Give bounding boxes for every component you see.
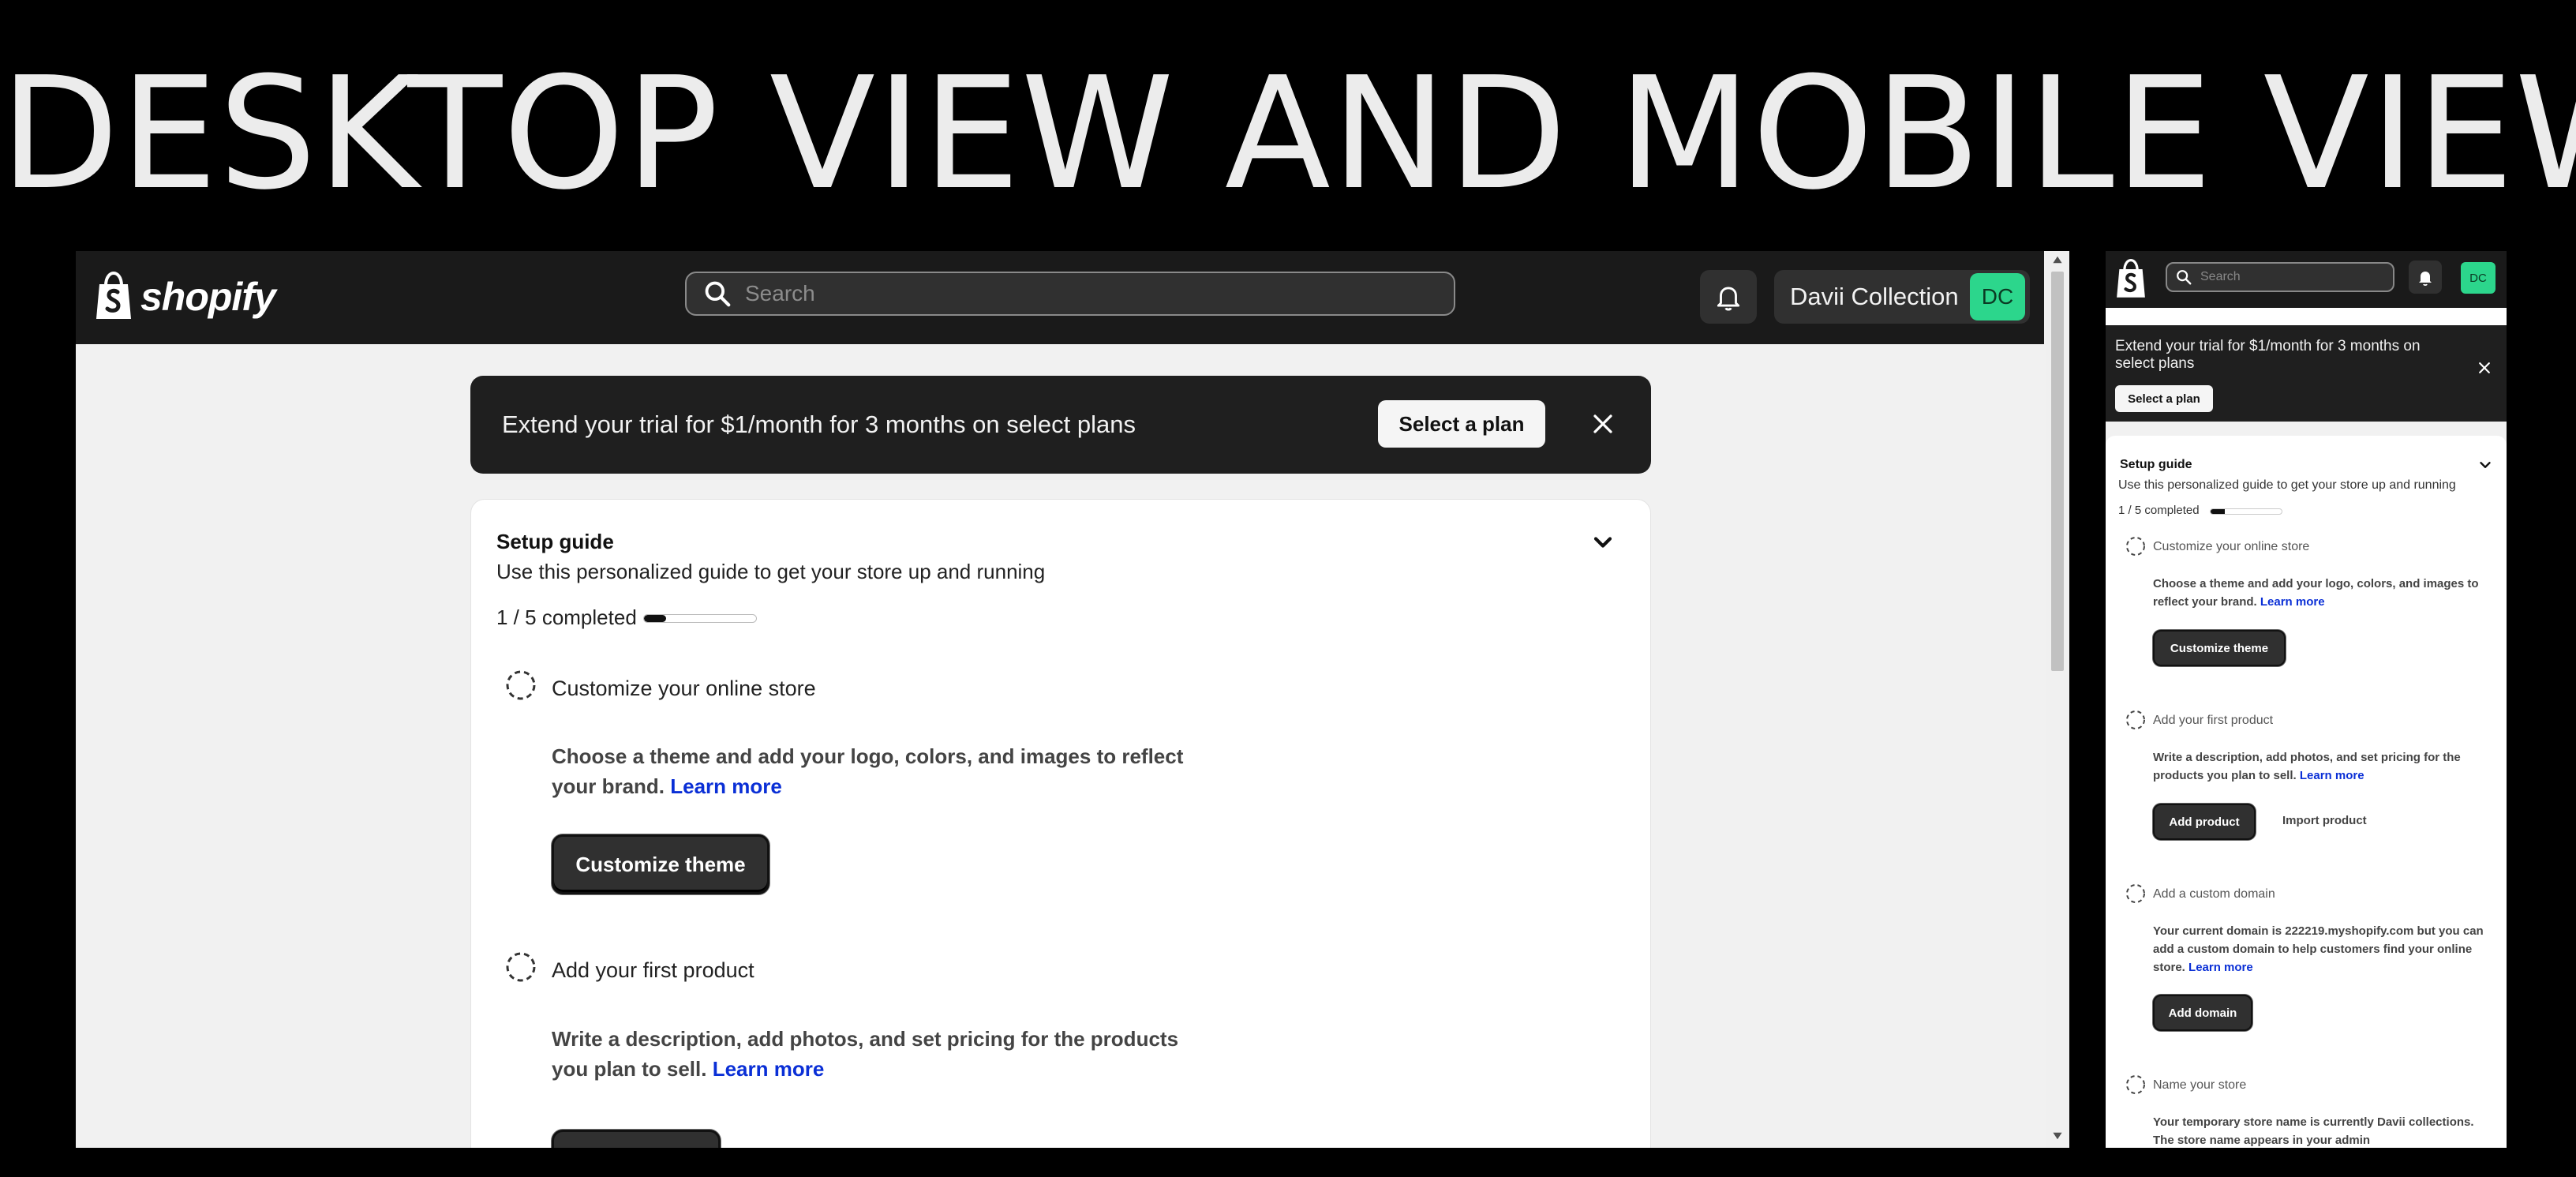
- setup-guide-subtitle: Use this personalized guide to get your …: [2118, 478, 2456, 492]
- progress-label: 1 / 5 completed: [2118, 504, 2200, 517]
- store-name: Davii Collection: [1790, 283, 1959, 310]
- dashed-circle-icon[interactable]: [2125, 883, 2147, 905]
- customize-theme-button[interactable]: Customize theme: [2153, 630, 2286, 666]
- step-title[interactable]: Add your first product: [2153, 714, 2273, 728]
- step-description: Choose a theme and add your logo, colors…: [552, 741, 1215, 801]
- chevron-down-icon[interactable]: [1589, 528, 1617, 557]
- step-title[interactable]: Add a custom domain: [2153, 887, 2275, 901]
- search-input[interactable]: [743, 280, 1454, 307]
- mobile-search-bar[interactable]: [2166, 262, 2394, 292]
- progress-label: 1 / 5 completed: [496, 605, 637, 629]
- progress-bar-fill: [644, 615, 667, 622]
- scroll-up-arrow-icon[interactable]: [2052, 254, 2063, 265]
- step-description: Choose a theme and add your logo, colors…: [2153, 575, 2484, 611]
- setup-guide-card: Setup guide Use this personalized guide …: [470, 499, 1651, 1148]
- mobile-search-input[interactable]: [2199, 269, 2393, 285]
- learn-more-link[interactable]: Learn more: [2188, 961, 2253, 974]
- dashed-circle-icon[interactable]: [2125, 709, 2147, 731]
- desktop-view: shopify Davii Collection DC Extend your …: [76, 251, 2069, 1148]
- step-title[interactable]: Add your first product: [552, 958, 754, 983]
- scrollbar[interactable]: [2046, 251, 2069, 1148]
- learn-more-link[interactable]: Learn more: [713, 1057, 825, 1081]
- setup-guide-title: Setup guide: [2120, 458, 2192, 471]
- learn-more-link[interactable]: Learn more: [2260, 595, 2325, 609]
- setup-guide-title: Setup guide: [496, 530, 614, 553]
- notifications-button[interactable]: [1700, 270, 1757, 324]
- dashed-circle-icon[interactable]: [2125, 1074, 2147, 1096]
- mobile-setup-guide-card: Setup guide Use this personalized guide …: [2106, 436, 2507, 1148]
- mobile-header-strip: [2106, 308, 2507, 325]
- shopping-bag-icon[interactable]: [2114, 259, 2148, 300]
- avatar: DC: [1970, 273, 2025, 320]
- logo-text: shopify: [140, 275, 276, 319]
- dashed-circle-icon[interactable]: [504, 950, 537, 984]
- mobile-top-bar: DC: [2106, 251, 2507, 308]
- close-banner-button[interactable]: [1585, 406, 1621, 442]
- chevron-down-icon[interactable]: [2477, 456, 2494, 474]
- add-domain-button[interactable]: Add domain: [2153, 995, 2252, 1031]
- scroll-thumb[interactable]: [2051, 272, 2064, 671]
- mobile-trial-banner: Extend your trial for $1/month for 3 mon…: [2106, 325, 2507, 422]
- top-bar: shopify Davii Collection DC: [76, 251, 2044, 344]
- progress-bar-fill: [2211, 509, 2225, 514]
- step-description: Your current domain is 222219.myshopify.…: [2153, 922, 2484, 976]
- search-icon: [2177, 270, 2192, 285]
- bell-icon: [2419, 272, 2432, 287]
- trial-banner-text: Extend your trial for $1/month for 3 mon…: [2115, 338, 2421, 372]
- select-plan-button[interactable]: Select a plan: [1378, 400, 1545, 448]
- dashed-circle-icon[interactable]: [504, 669, 537, 702]
- avatar[interactable]: DC: [2461, 262, 2496, 294]
- bell-icon: [1717, 287, 1740, 311]
- select-plan-button[interactable]: Select a plan: [2115, 385, 2213, 412]
- learn-more-link[interactable]: Learn more: [2300, 769, 2364, 782]
- close-icon[interactable]: [2477, 360, 2492, 376]
- step-title[interactable]: Customize your online store: [552, 677, 816, 701]
- step-description: Write a description, add photos, and set…: [2153, 748, 2484, 785]
- trial-banner-text: Extend your trial for $1/month for 3 mon…: [502, 410, 1136, 438]
- step-description-text: Choose a theme and add your logo, colors…: [552, 744, 1184, 798]
- add-product-button-partial[interactable]: [552, 1130, 721, 1148]
- customize-theme-button[interactable]: Customize theme: [552, 834, 769, 894]
- step-title[interactable]: Customize your online store: [2153, 540, 2309, 554]
- learn-more-link[interactable]: Learn more: [670, 774, 782, 798]
- shopify-logo[interactable]: shopify: [93, 268, 276, 325]
- mobile-view: DC Extend your trial for $1/month for 3 …: [2106, 251, 2507, 1148]
- shopping-bag-icon: [96, 272, 131, 319]
- import-product-button[interactable]: Import product: [2278, 813, 2372, 828]
- store-menu-button[interactable]: Davii Collection DC: [1774, 270, 2030, 324]
- step-description-text: Write a description, add photos, and set…: [552, 1027, 1179, 1081]
- step-description: Your temporary store name is currently D…: [2153, 1115, 2474, 1147]
- close-icon: [1593, 414, 1612, 433]
- search-icon: [705, 281, 731, 307]
- scroll-down-arrow-icon[interactable]: [2052, 1130, 2063, 1141]
- step-description: Write a description, add photos, and set…: [552, 1024, 1215, 1084]
- progress-bar: [2210, 508, 2282, 515]
- trial-banner: Extend your trial for $1/month for 3 mon…: [470, 376, 1651, 474]
- progress-bar: [643, 614, 757, 623]
- add-product-button[interactable]: Add product: [2153, 804, 2256, 840]
- mobile-notifications-button[interactable]: [2409, 261, 2442, 294]
- step-title[interactable]: Name your store: [2153, 1078, 2246, 1093]
- page-headline: DESKTOP VIEW AND MOBILE VIEW: [0, 44, 2576, 224]
- dashed-circle-icon[interactable]: [2125, 535, 2147, 557]
- search-bar[interactable]: [685, 272, 1455, 316]
- setup-guide-subtitle: Use this personalized guide to get your …: [496, 560, 1046, 583]
